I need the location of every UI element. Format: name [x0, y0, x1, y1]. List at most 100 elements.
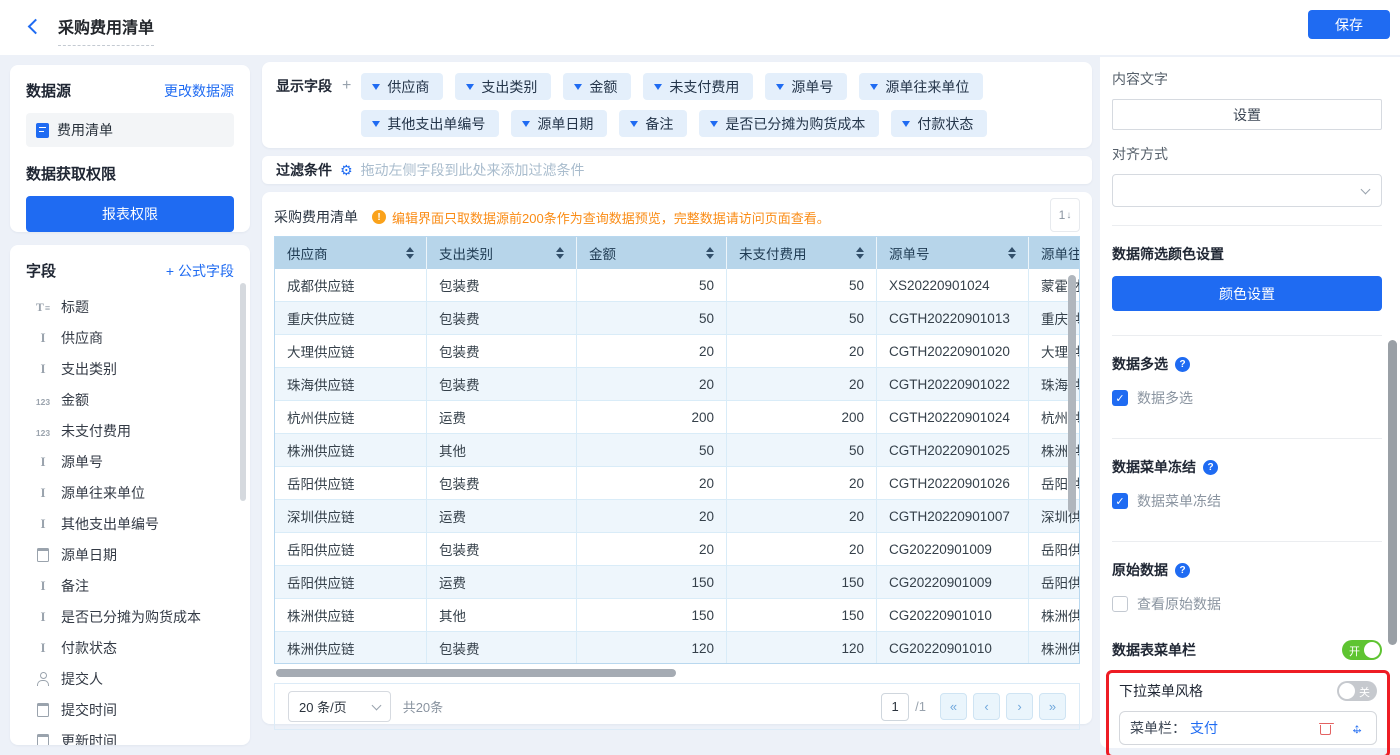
table-cell: 岳阳供应链 [1029, 533, 1080, 566]
field-item[interactable]: 提交人 [26, 663, 234, 694]
column-header[interactable]: 金额 [577, 237, 727, 269]
fields-scrollbar[interactable] [240, 283, 246, 501]
chip-label: 源单号 [791, 77, 833, 97]
menu-freeze-checkbox[interactable]: ✓ [1112, 493, 1128, 509]
display-field-chip[interactable]: 供应商 [361, 73, 443, 100]
table-cell: CG20220901009 [877, 566, 1029, 599]
field-item[interactable]: 更新时间 [26, 725, 234, 745]
display-field-chip[interactable]: 其他支出单编号 [361, 110, 499, 137]
next-page-button[interactable]: › [1006, 693, 1033, 720]
field-item[interactable]: 标题 [26, 291, 234, 322]
column-header[interactable]: 支出类别 [427, 237, 577, 269]
sort-arrows-icon[interactable] [406, 247, 414, 259]
field-item[interactable]: 金额 [26, 384, 234, 415]
display-field-chip[interactable]: 源单号 [765, 73, 847, 100]
multi-select-checkbox[interactable]: ✓ [1112, 390, 1128, 406]
number-icon [34, 392, 52, 408]
color-settings-button[interactable]: 颜色设置 [1112, 276, 1382, 311]
chip-label: 金额 [589, 77, 617, 97]
display-field-chip[interactable]: 备注 [619, 110, 687, 137]
current-page-input[interactable]: 1 [881, 693, 909, 721]
gear-icon[interactable]: ⚙ [340, 163, 353, 177]
table-cell: 50 [577, 434, 727, 467]
table-vertical-scrollbar[interactable] [1068, 275, 1076, 513]
display-field-chip[interactable]: 是否已分摊为购货成本 [699, 110, 879, 137]
page-size-select[interactable]: 20 条/页 [288, 691, 391, 722]
last-page-button[interactable]: » [1039, 693, 1066, 720]
content-settings-button[interactable]: 设置 [1112, 99, 1382, 130]
menubar-toggle-on[interactable]: 开 [1342, 640, 1382, 660]
sort-arrows-icon[interactable] [556, 247, 564, 259]
report-permission-button[interactable]: 报表权限 [26, 196, 234, 232]
table-row: 岳阳供应链包装费2020CGTH20220901026岳阳供应链 [275, 467, 1080, 500]
display-field-chip[interactable]: 付款状态 [891, 110, 987, 137]
date-icon [34, 734, 52, 746]
page-title[interactable]: 采购费用清单 [58, 14, 154, 46]
field-item[interactable]: 备注 [26, 570, 234, 601]
display-field-chip[interactable]: 金额 [563, 73, 631, 100]
prev-page-button[interactable]: ‹ [973, 693, 1000, 720]
field-item[interactable]: 源单号 [26, 446, 234, 477]
save-button[interactable]: 保存 [1308, 10, 1390, 39]
column-header[interactable]: 源单号 [877, 237, 1029, 269]
field-item[interactable]: 供应商 [26, 322, 234, 353]
field-item[interactable]: 支出类别 [26, 353, 234, 384]
sort-arrows-icon[interactable] [856, 247, 864, 259]
display-field-chip[interactable]: 支出类别 [455, 73, 551, 100]
sort-order-button[interactable]: 1 ↓ [1050, 198, 1080, 232]
field-item[interactable]: 提交时间 [26, 694, 234, 725]
display-field-chip[interactable]: 未支付费用 [643, 73, 753, 100]
caret-down-icon [522, 121, 530, 127]
field-list: 标题供应商支出类别金额未支付费用源单号源单往来单位其他支出单编号源单日期备注是否… [26, 291, 234, 745]
column-header[interactable]: 未支付费用 [727, 237, 877, 269]
table-cell: 运费 [427, 566, 577, 599]
field-item[interactable]: 其他支出单编号 [26, 508, 234, 539]
move-icon[interactable] [1350, 720, 1366, 736]
table-horizontal-scrollbar[interactable] [276, 669, 676, 677]
field-item-label: 提交时间 [61, 700, 117, 720]
column-header[interactable]: 供应商 [275, 237, 427, 269]
display-field-chip[interactable]: 源单往来单位 [859, 73, 983, 100]
content-text-label: 内容文字 [1112, 69, 1382, 89]
sort-arrows-icon[interactable] [706, 247, 714, 259]
back-icon[interactable] [28, 19, 44, 35]
column-header[interactable]: 源单往来单位 [1029, 237, 1080, 269]
sort-arrows-icon[interactable] [1008, 247, 1016, 259]
field-item[interactable]: 源单往来单位 [26, 477, 234, 508]
menu-item-value[interactable]: 支付 [1190, 718, 1218, 738]
raw-data-checkbox[interactable] [1112, 596, 1128, 612]
table-cell: CGTH20220901020 [877, 335, 1029, 368]
display-field-chip[interactable]: 源单日期 [511, 110, 607, 137]
datasource-item[interactable]: 费用清单 [26, 113, 234, 147]
column-header-label: 供应商 [287, 243, 328, 263]
caret-down-icon [574, 84, 582, 90]
field-item[interactable]: 未支付费用 [26, 415, 234, 446]
field-item[interactable]: 是否已分摊为购货成本 [26, 601, 234, 632]
datasource-title: 数据源 [26, 80, 71, 101]
field-item[interactable]: 源单日期 [26, 539, 234, 570]
align-select[interactable] [1112, 174, 1382, 207]
help-icon[interactable]: ? [1175, 357, 1190, 372]
preview-warning: ! 编辑界面只取数据源前200条作为查询数据预览，完整数据请访问页面查看。 [372, 208, 830, 227]
change-datasource-link[interactable]: 更改数据源 [164, 81, 234, 101]
help-icon[interactable]: ? [1175, 563, 1190, 578]
table-cell: 20 [577, 467, 727, 500]
trash-icon[interactable] [1320, 721, 1332, 736]
first-page-button[interactable]: « [940, 693, 967, 720]
menubar-item-row[interactable]: 菜单栏： 支付 [1119, 711, 1377, 745]
table-cell: XS20220901024 [877, 269, 1029, 302]
table-cell: 50 [727, 434, 877, 467]
help-icon[interactable]: ? [1203, 460, 1218, 475]
toggle-on-label: 开 [1349, 643, 1360, 659]
page-size-value: 20 条/页 [299, 697, 347, 716]
add-formula-field-link[interactable]: + 公式字段 [166, 261, 234, 281]
add-display-field-button[interactable]: + [342, 73, 351, 137]
table-cell: 120 [727, 632, 877, 664]
table-cell: 株洲供应链 [275, 632, 427, 664]
dropdown-style-toggle-off[interactable]: 关 [1337, 681, 1377, 701]
window-scrollbar[interactable] [1388, 340, 1397, 645]
table-cell: 120 [577, 632, 727, 664]
table-cell: 包装费 [427, 368, 577, 401]
field-item[interactable]: 付款状态 [26, 632, 234, 663]
sort-down-arrow-icon: ↓ [1066, 210, 1071, 221]
